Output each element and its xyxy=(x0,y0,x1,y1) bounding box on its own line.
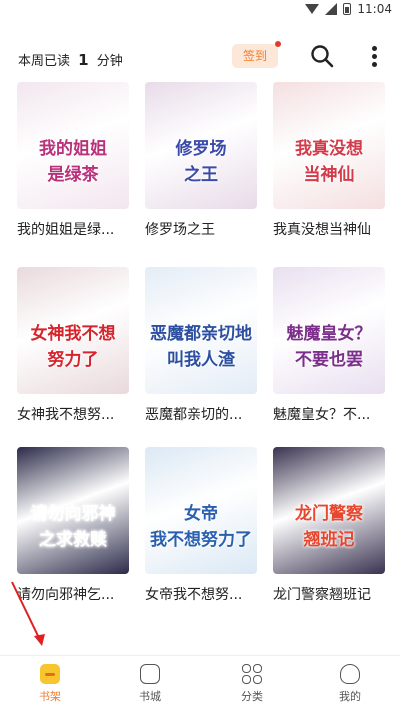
book-item[interactable]: 女帝我不想努力了 女帝我不想努... xyxy=(145,447,257,604)
book-title[interactable]: 魅魔皇女？不... xyxy=(273,404,385,424)
more-menu-button[interactable] xyxy=(366,44,382,70)
book-cover[interactable]: 魅魔皇女？ 不要也罢 xyxy=(273,267,385,394)
cover-title-line1: 修罗场 xyxy=(175,139,227,159)
notification-dot xyxy=(275,41,281,47)
book-title[interactable]: 我真没想当神仙 xyxy=(273,219,385,239)
cover-title-line2: 叫我人渣 xyxy=(167,350,235,370)
cover-title-line2: 我不想努力了 xyxy=(150,530,252,550)
book-item[interactable]: 我的姐姐是绿茶我的姐姐是绿... xyxy=(17,82,129,239)
book-title[interactable]: 修罗场之王 xyxy=(145,219,257,239)
checkin-button[interactable]: 签到 xyxy=(232,41,281,68)
tab-label: 分类 xyxy=(241,690,263,703)
battery-icon xyxy=(343,3,352,15)
book-cover[interactable]: 我的姐姐 是绿茶 xyxy=(17,82,129,209)
book-cover[interactable]: 龙门警察 翘班记 xyxy=(273,447,385,574)
bookshelf-icon xyxy=(40,664,60,684)
category-icon xyxy=(242,664,262,684)
cover-title-line2: 是绿茶 xyxy=(47,165,99,185)
cover-title-line2: 之求救赎 xyxy=(39,530,107,550)
profile-icon xyxy=(340,664,360,684)
book-title[interactable]: 女帝我不想努... xyxy=(145,584,257,604)
cover-title-line2: 当神仙 xyxy=(303,165,355,185)
book-title[interactable]: 我的姐姐是绿... xyxy=(17,219,129,239)
cover-title-line1: 恶魔都亲切地 xyxy=(150,324,252,344)
cover-title-line1: 我真没想 xyxy=(295,139,363,159)
book-cover[interactable]: 请勿向邪神 之求救赎 xyxy=(17,447,129,574)
cover-title-line2: 之王 xyxy=(184,165,218,185)
cover-title-line1: 魅魔皇女？ xyxy=(286,324,372,344)
book-item[interactable]: 魅魔皇女？ 不要也罢魅魔皇女？不... xyxy=(273,267,385,424)
status-bar: 11:04 xyxy=(0,0,400,20)
read-minutes: 1 xyxy=(78,51,89,69)
book-title[interactable]: 恶魔都亲切的... xyxy=(145,404,257,424)
cover-title-line1: 请勿向邪神 xyxy=(30,504,116,524)
tab-bookstore[interactable]: 书城 xyxy=(120,664,180,704)
read-suffix: 分钟 xyxy=(96,54,123,69)
book-item[interactable]: 龙门警察 翘班记 龙门警察翘班记 xyxy=(273,447,385,604)
book-title[interactable]: 龙门警察翘班记 xyxy=(273,584,385,604)
cover-title-line2: 努力了 xyxy=(47,350,99,370)
book-item[interactable]: 女神我不想努力了女神我不想努... xyxy=(17,267,129,424)
book-item[interactable]: 我真没想 当神仙 我真没想当神仙 xyxy=(273,82,385,239)
wifi-icon xyxy=(305,4,320,14)
book-cover[interactable]: 女神我不想 努力了 xyxy=(17,267,129,394)
weekly-reading-summary: 本周已读 1 分钟 xyxy=(18,50,123,69)
cover-title-line1: 女神我不想 xyxy=(30,324,116,344)
book-item[interactable]: 恶魔都亲切地 叫我人渣恶魔都亲切的... xyxy=(145,267,257,424)
bottom-tab-bar: 书架 书城 分类 我的 xyxy=(0,655,400,711)
cover-title-line2: 不要也罢 xyxy=(295,350,363,370)
tab-label: 书城 xyxy=(139,690,161,703)
search-button[interactable] xyxy=(310,44,334,68)
top-header: 本周已读 1 分钟 签到 xyxy=(0,38,400,82)
bookstore-icon xyxy=(140,664,160,684)
cover-title-line2: 翘班记 xyxy=(303,530,355,550)
search-icon xyxy=(311,45,334,68)
status-icons: 11:04 xyxy=(305,2,392,16)
checkin-label: 签到 xyxy=(242,49,267,63)
book-cover[interactable]: 恶魔都亲切地 叫我人渣 xyxy=(145,267,257,394)
book-title[interactable]: 女神我不想努... xyxy=(17,404,129,424)
tab-category[interactable]: 分类 xyxy=(222,664,282,704)
cover-title-line1: 女帝 xyxy=(184,504,218,524)
status-time: 11:04 xyxy=(357,2,392,16)
tab-mine[interactable]: 我的 xyxy=(320,664,380,704)
book-cover[interactable]: 修罗场 之王 xyxy=(145,82,257,209)
tab-bookshelf[interactable]: 书架 xyxy=(20,664,80,704)
book-cover[interactable]: 我真没想 当神仙 xyxy=(273,82,385,209)
tab-label: 书架 xyxy=(39,690,61,703)
tab-label: 我的 xyxy=(339,690,361,703)
book-item[interactable]: 修罗场 之王 修罗场之王 xyxy=(145,82,257,239)
more-icon xyxy=(371,46,377,51)
read-prefix: 本周已读 xyxy=(18,54,71,69)
cover-title-line1: 我的姐姐 xyxy=(39,139,107,159)
signal-icon xyxy=(325,3,338,15)
book-cover[interactable]: 女帝 我不想努力了 xyxy=(145,447,257,574)
annotation-arrow xyxy=(11,581,45,646)
cover-title-line1: 龙门警察 xyxy=(295,504,363,524)
